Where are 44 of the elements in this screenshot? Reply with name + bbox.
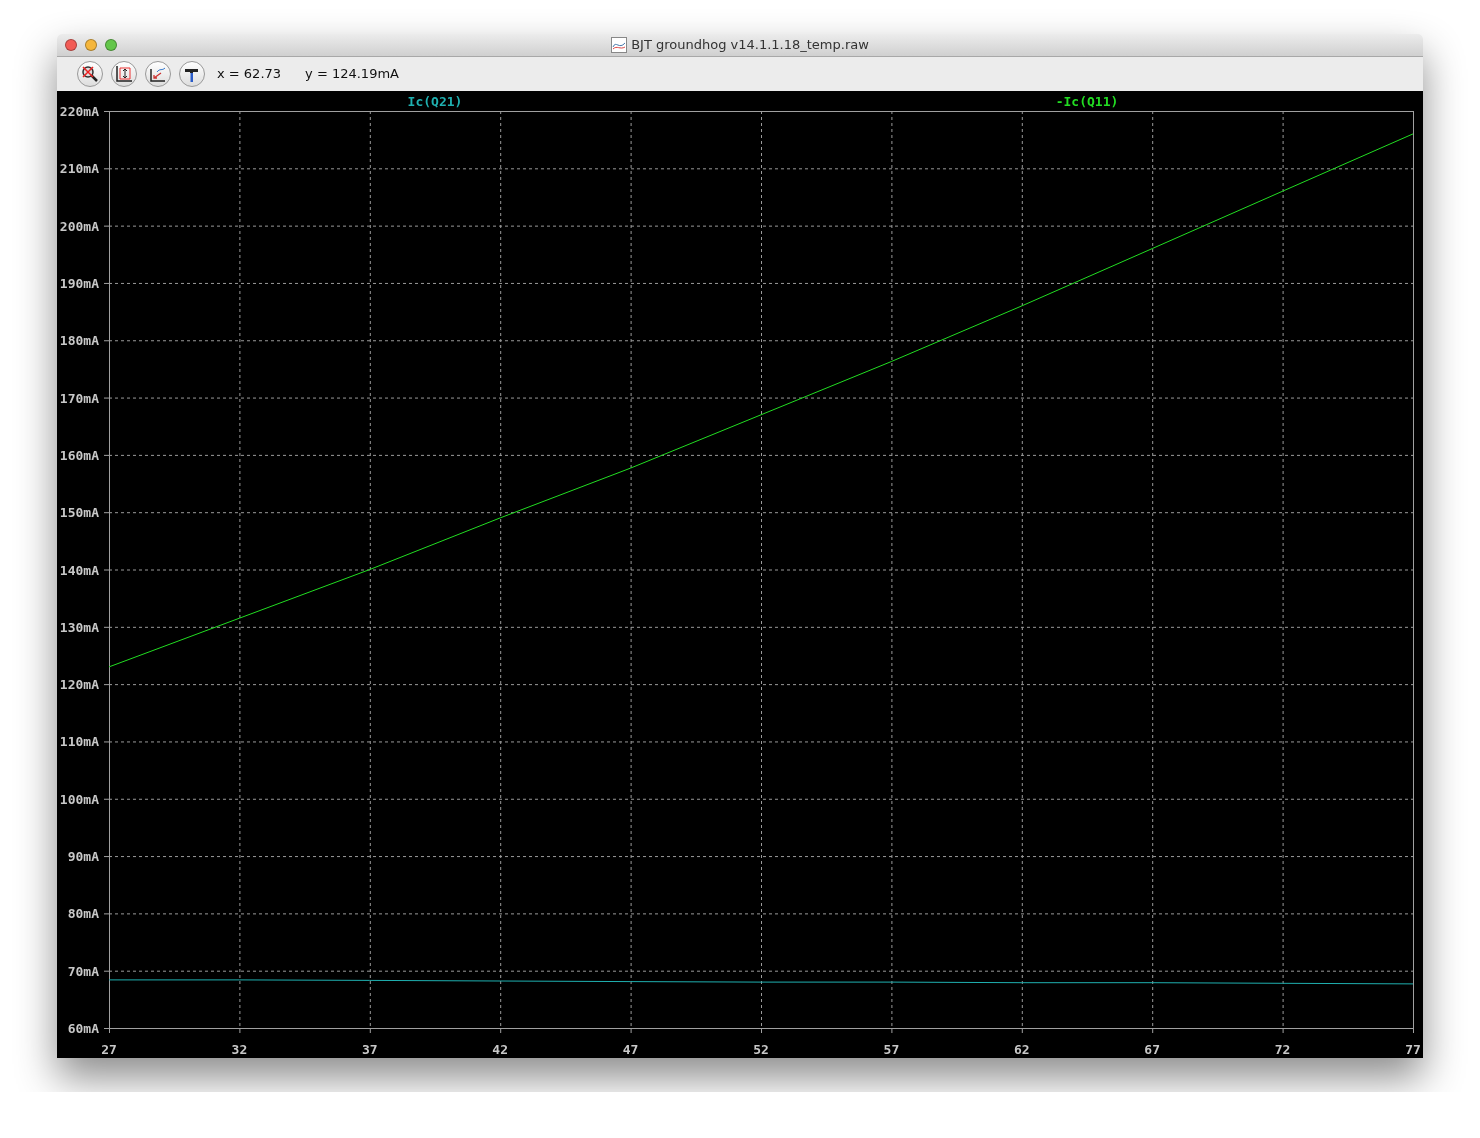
x-axis-label: 57 [883, 1042, 900, 1057]
minimize-button[interactable] [85, 39, 97, 51]
x-axis-label: 62 [1013, 1042, 1030, 1057]
cursor-y-readout: y = 124.19mA [305, 65, 399, 84]
y-axis-label: 200mA [59, 218, 99, 234]
y-axis-label: 160mA [59, 447, 99, 463]
y-axis-label: 70mA [67, 963, 99, 979]
y-axis-label: 60mA [67, 1021, 99, 1036]
x-axis-label: 27 [101, 1042, 117, 1057]
x-axis-label: 72 [1274, 1042, 1291, 1057]
waveform-document-icon [611, 37, 628, 53]
axes-arrow-icon [149, 65, 167, 83]
y-axis-label: 80mA [67, 906, 99, 922]
y-axis-label: 120mA [59, 677, 99, 693]
axes-range-icon [115, 65, 133, 83]
x-axis-label: 42 [492, 1042, 509, 1057]
y-axis-label: 220mA [59, 104, 99, 119]
y-axis-label: 110mA [59, 734, 99, 750]
y-axis-label: 90mA [67, 849, 99, 865]
pan-back-button[interactable] [145, 61, 171, 87]
y-axis-label: 130mA [59, 619, 99, 635]
window-title: BJT groundhog v14.1.1.18_temp.raw [631, 36, 869, 55]
close-button[interactable] [65, 39, 77, 51]
x-axis-label: 52 [753, 1042, 769, 1057]
magnifier-crossed-icon [81, 65, 99, 83]
y-axis-label: 140mA [59, 562, 99, 578]
y-axis-label: 190mA [59, 275, 99, 291]
x-axis-label: 32 [231, 1042, 248, 1057]
zoom-cancel-button[interactable] [77, 61, 103, 87]
y-axis-label: 170mA [59, 390, 99, 406]
cursor-x-readout: x = 62.73 [217, 65, 282, 84]
x-axis-label: 77 [1405, 1042, 1421, 1057]
trace-legend-label[interactable]: Ic(Q21) [407, 94, 463, 109]
autorange-button[interactable] [111, 61, 137, 87]
zoom-button[interactable] [105, 39, 117, 51]
y-axis-label: 210mA [59, 161, 99, 177]
y-axis-label: 100mA [59, 791, 99, 807]
hammer-button[interactable] [179, 61, 205, 87]
x-axis-label: 37 [361, 1042, 378, 1057]
x-axis-label: 67 [1144, 1042, 1161, 1057]
y-axis-label: 150mA [59, 505, 99, 521]
x-axis-label: 47 [622, 1042, 639, 1057]
y-axis-label: 180mA [59, 333, 99, 349]
trace-legend-label[interactable]: -Ic(Q11) [1055, 94, 1119, 109]
